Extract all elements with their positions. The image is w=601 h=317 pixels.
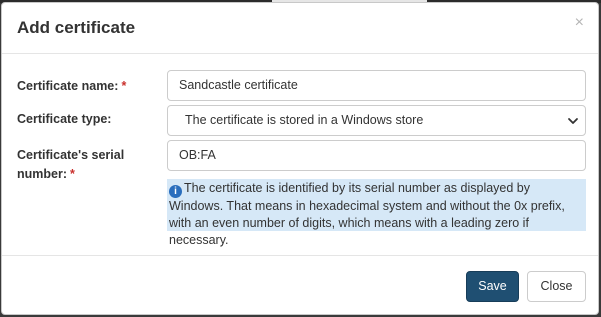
dialog-header: Add certificate × <box>2 3 598 54</box>
serial-number-label-line2-text: number: <box>17 167 67 181</box>
required-marker: * <box>121 79 127 93</box>
serial-number-input[interactable]: OB:FA <box>167 140 586 171</box>
serial-number-label-line1: Certificate's serial <box>17 148 125 162</box>
required-marker: * <box>70 167 75 181</box>
close-button[interactable]: Close <box>527 271 586 302</box>
save-button[interactable]: Save <box>466 271 519 302</box>
certificate-type-selected-value: The certificate is stored in a Windows s… <box>185 113 424 127</box>
info-icon: i <box>169 185 182 198</box>
dialog-title: Add certificate <box>17 18 136 37</box>
serial-number-help-text: The certificate is identified by its ser… <box>169 181 565 247</box>
serial-number-help: i The certificate is identified by its se… <box>167 179 586 247</box>
dialog-footer: Save Close <box>2 255 598 314</box>
serial-number-label: Certificate's serial number: * <box>17 146 124 184</box>
close-icon[interactable]: × <box>575 15 584 31</box>
certificate-type-label: Certificate type: <box>17 112 112 126</box>
chevron-down-icon <box>568 118 578 124</box>
certificate-name-label-text: Certificate name: <box>17 79 119 93</box>
add-certificate-dialog: Add certificate × Certificate name: * San… <box>1 2 599 315</box>
certificate-type-select[interactable]: The certificate is stored in a Windows s… <box>167 105 586 136</box>
serial-number-label-line2: number: * <box>17 165 124 184</box>
certificate-name-input[interactable]: Sandcastle certificate <box>167 70 586 101</box>
certificate-name-label: Certificate name: * <box>17 77 126 96</box>
